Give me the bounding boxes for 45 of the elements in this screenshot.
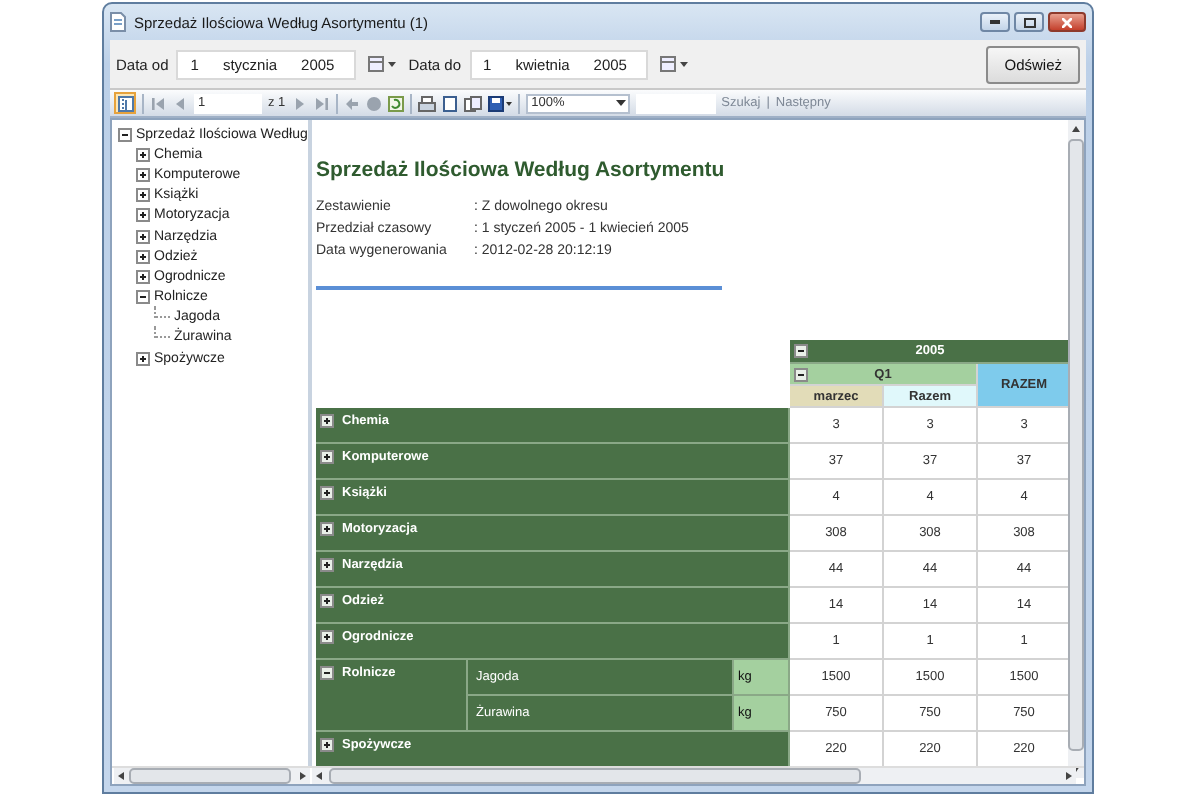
calendar-button[interactable] xyxy=(364,51,401,77)
expand-icon[interactable] xyxy=(136,351,150,366)
collapse-icon[interactable] xyxy=(794,368,808,382)
expand-icon[interactable] xyxy=(136,167,150,182)
page-setup-icon[interactable] xyxy=(463,95,482,111)
caret-icon xyxy=(615,100,626,106)
expand-icon[interactable] xyxy=(320,630,334,644)
document-map-button[interactable] xyxy=(114,92,136,114)
horizontal-scrollbar[interactable] xyxy=(312,768,1076,784)
minimize-button[interactable] xyxy=(980,12,1010,32)
close-icon xyxy=(1062,17,1072,27)
refresh-icon[interactable] xyxy=(387,95,404,111)
expand-icon[interactable] xyxy=(320,594,334,608)
calendar-icon xyxy=(660,56,689,72)
page-layout-icon[interactable] xyxy=(441,95,458,111)
maximize-button[interactable] xyxy=(1014,12,1044,32)
save-icon[interactable] xyxy=(487,95,512,111)
document-map-icon xyxy=(117,95,133,111)
expand-icon[interactable] xyxy=(320,414,334,428)
expand-icon[interactable] xyxy=(320,486,334,500)
expand-icon[interactable] xyxy=(136,269,150,284)
close-button[interactable] xyxy=(1048,12,1086,32)
collapse-icon[interactable] xyxy=(136,290,150,305)
collapse-icon[interactable] xyxy=(794,344,808,358)
collapse-icon[interactable] xyxy=(118,127,132,142)
expand-icon[interactable] xyxy=(320,558,334,572)
document-icon xyxy=(110,12,126,32)
expand-icon[interactable] xyxy=(136,208,150,223)
collapse-icon[interactable] xyxy=(320,666,334,680)
expand-icon[interactable] xyxy=(320,450,334,464)
calendar-button[interactable] xyxy=(656,51,693,77)
maximize-icon xyxy=(1023,17,1035,27)
search-field[interactable] xyxy=(635,93,716,113)
report-title: Sprzedaż Ilościowa Według Asortymentu xyxy=(316,156,727,184)
expand-icon[interactable] xyxy=(320,522,334,536)
minimize-icon xyxy=(990,19,1000,25)
expand-icon[interactable] xyxy=(320,738,334,752)
print-icon[interactable] xyxy=(417,95,436,111)
horizontal-scrollbar[interactable] xyxy=(112,768,312,784)
vertical-scrollbar[interactable] xyxy=(1068,120,1084,778)
expand-icon[interactable] xyxy=(136,229,150,244)
expand-icon[interactable] xyxy=(136,147,150,162)
calendar-icon xyxy=(368,56,397,72)
expand-icon[interactable] xyxy=(136,249,150,264)
expand-icon[interactable] xyxy=(136,188,150,203)
